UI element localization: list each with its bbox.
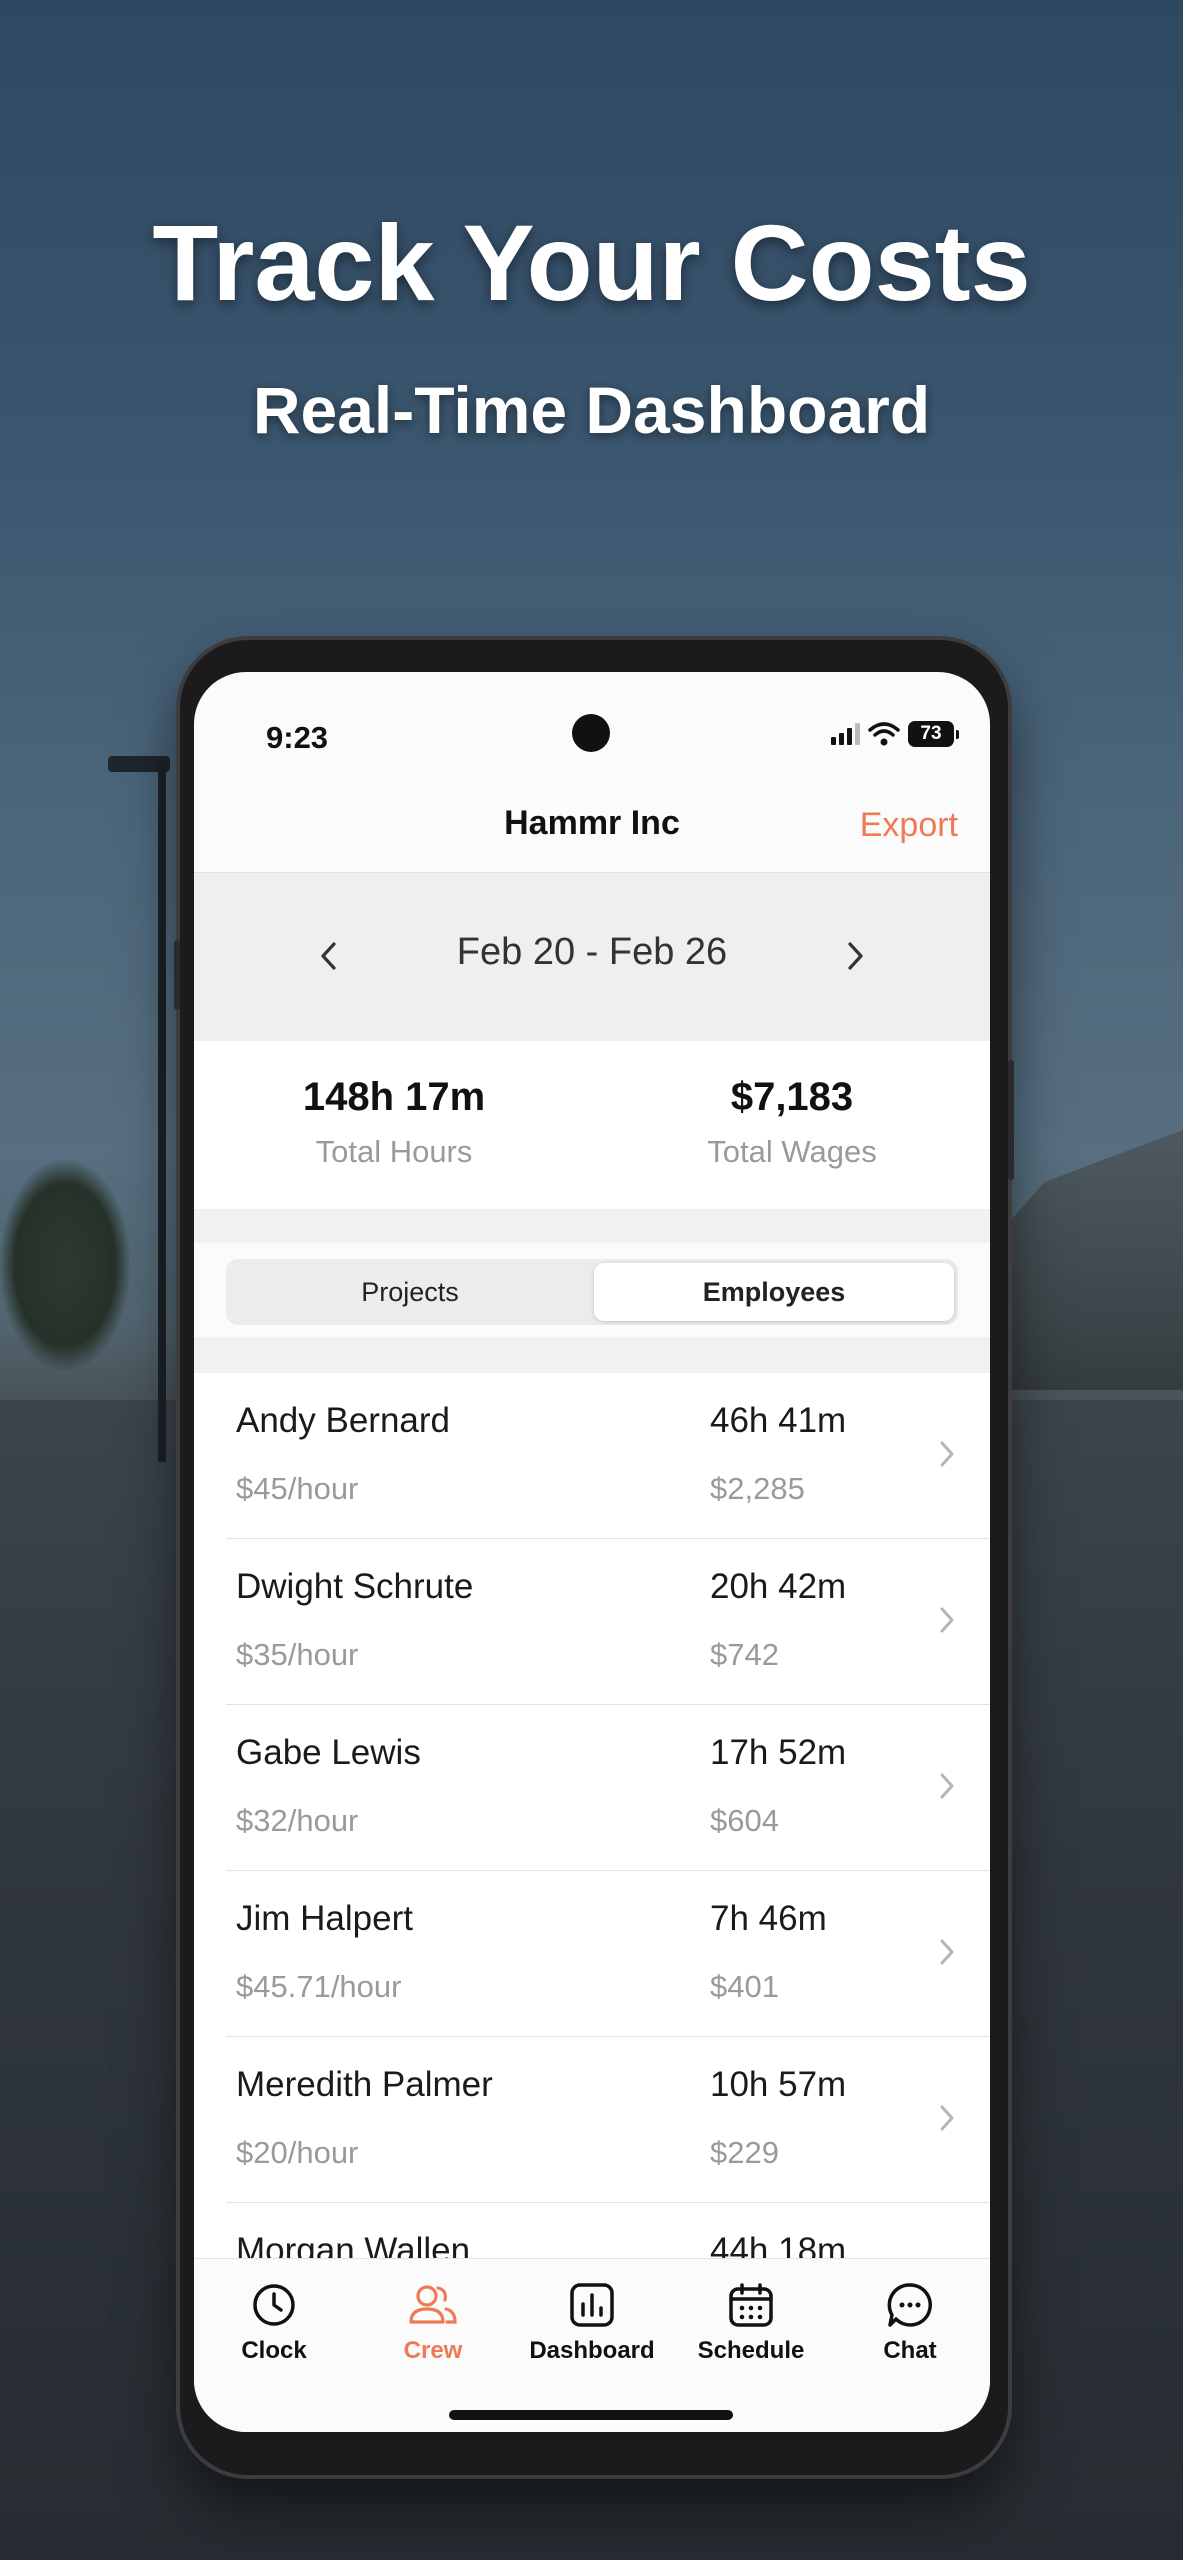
employee-row[interactable]: Gabe Lewis $32/hour 17h 52m $604 xyxy=(194,1705,990,1871)
employee-rate: $35/hour xyxy=(236,1637,359,1672)
nav-bar: Hammr Inc Export xyxy=(194,782,990,873)
employee-row[interactable]: Jim Halpert $45.71/hour 7h 46m $401 xyxy=(194,1871,990,2037)
phone-screen: 9:23 73 Hammr Inc Export Feb 20 - Feb 26… xyxy=(194,672,990,2432)
phone-frame: 9:23 73 Hammr Inc Export Feb 20 - Feb 26… xyxy=(174,640,1014,2475)
tab-label: Schedule xyxy=(697,2337,805,2364)
tab-employees[interactable]: Employees xyxy=(594,1263,954,1321)
chevron-right-icon xyxy=(934,1769,960,1803)
background-vehicle xyxy=(1010,1130,1183,1390)
background-lamp-pole xyxy=(158,762,166,1462)
employee-list: Andy Bernard $45/hour 46h 41m $2,285 Dwi… xyxy=(194,1373,990,2283)
tab-label: Chat xyxy=(883,2337,937,2364)
battery-icon: 73 xyxy=(908,721,959,747)
promo-headline: Track Your Costs xyxy=(152,202,1031,323)
employee-wage: $401 xyxy=(710,1969,779,2004)
section-divider xyxy=(194,1209,990,1243)
tab-clock[interactable]: Clock xyxy=(194,2277,354,2365)
calendar-icon xyxy=(729,2283,773,2327)
tab-dashboard[interactable]: Dashboard xyxy=(512,2277,672,2365)
chevron-right-icon xyxy=(934,1437,960,1471)
tab-label: Crew xyxy=(403,2337,463,2364)
employee-hours: 46h 41m xyxy=(710,1401,847,1440)
chevron-right-icon xyxy=(934,1935,960,1969)
segmented-control: Projects Employees xyxy=(226,1259,958,1325)
employee-rate: $32/hour xyxy=(236,1803,359,1838)
employee-name: Andy Bernard xyxy=(236,1401,451,1440)
chevron-right-icon xyxy=(848,942,863,970)
employee-wage: $742 xyxy=(710,1637,779,1672)
employee-rate: $45.71/hour xyxy=(236,1969,402,2004)
employee-row[interactable]: Meredith Palmer $20/hour 10h 57m $229 xyxy=(194,2037,990,2203)
tab-crew[interactable]: Crew xyxy=(353,2277,513,2365)
employee-name: Meredith Palmer xyxy=(236,2065,493,2104)
employee-hours: 20h 42m xyxy=(710,1567,847,1606)
background-tree xyxy=(0,1160,130,1370)
phone-side-button xyxy=(174,940,180,1010)
next-week-button[interactable] xyxy=(830,931,880,981)
employee-rate: $20/hour xyxy=(236,2135,359,2170)
employee-rate: $45/hour xyxy=(236,1471,359,1506)
total-wages-value: $7,183 xyxy=(730,1075,854,1119)
chevron-right-icon xyxy=(934,2101,960,2135)
section-divider xyxy=(194,1337,990,1373)
employee-hours: 7h 46m xyxy=(710,1899,827,1938)
total-hours-value: 148h 17m xyxy=(302,1075,486,1119)
camera-hole xyxy=(572,714,610,752)
date-range-bar: Feb 20 - Feb 26 xyxy=(194,873,990,1041)
employee-wage: $2,285 xyxy=(710,1471,805,1506)
total-hours: 148h 17m Total Hours xyxy=(244,1075,544,1170)
chat-icon xyxy=(887,2283,933,2327)
tab-label: Clock xyxy=(241,2337,307,2364)
view-toggle: Projects Employees xyxy=(194,1243,990,1337)
employee-row[interactable]: Andy Bernard $45/hour 46h 41m $2,285 xyxy=(194,1373,990,1539)
status-icons: 73 xyxy=(831,720,959,748)
wifi-icon xyxy=(868,722,900,746)
chevron-right-icon xyxy=(934,1603,960,1637)
employee-name: Dwight Schrute xyxy=(236,1567,474,1606)
employee-wage: $229 xyxy=(710,2135,779,2170)
tab-schedule[interactable]: Schedule xyxy=(671,2277,831,2365)
home-indicator[interactable] xyxy=(449,2410,733,2420)
export-button[interactable]: Export xyxy=(860,806,958,845)
total-hours-label: Total Hours xyxy=(315,1134,473,1169)
total-wages: $7,183 Total Wages xyxy=(642,1075,942,1170)
status-time: 9:23 xyxy=(266,720,329,755)
tab-chat[interactable]: Chat xyxy=(830,2277,990,2365)
dashboard-icon xyxy=(570,2283,614,2327)
phone-volume-button xyxy=(1008,1060,1014,1180)
tab-label: Dashboard xyxy=(529,2337,655,2364)
employee-hours: 10h 57m xyxy=(710,2065,847,2104)
employee-hours: 17h 52m xyxy=(710,1733,847,1772)
employee-wage: $604 xyxy=(710,1803,779,1838)
employee-row[interactable]: Dwight Schrute $35/hour 20h 42m $742 xyxy=(194,1539,990,1705)
employee-name: Gabe Lewis xyxy=(236,1733,421,1772)
total-wages-label: Total Wages xyxy=(707,1134,877,1169)
employee-name: Jim Halpert xyxy=(236,1899,413,1938)
promo-subheadline: Real-Time Dashboard xyxy=(252,373,931,447)
signal-icon xyxy=(831,723,860,745)
crew-icon xyxy=(409,2285,457,2324)
status-bar: 9:23 73 xyxy=(194,672,990,782)
totals-summary: 148h 17m Total Hours $7,183 Total Wages xyxy=(194,1041,990,1209)
bottom-tab-bar: Clock Crew Dashboard Schedule Chat xyxy=(194,2258,990,2432)
clock-icon xyxy=(253,2284,295,2326)
tab-projects[interactable]: Projects xyxy=(230,1263,590,1321)
